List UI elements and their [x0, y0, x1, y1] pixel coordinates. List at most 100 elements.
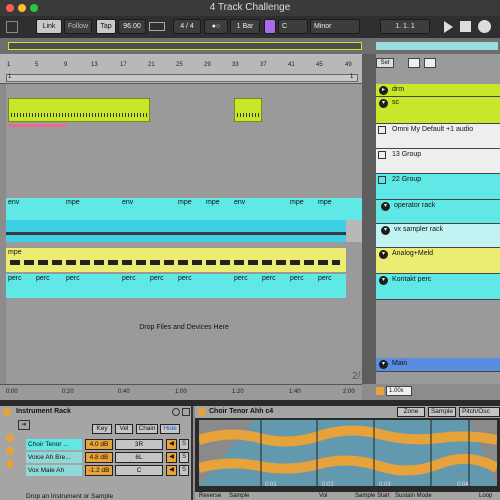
- zone-button[interactable]: Zone: [397, 407, 425, 417]
- time-label: 0:00: [6, 389, 18, 395]
- chain-button[interactable]: Chain: [136, 424, 158, 434]
- loop-start-marker[interactable]: 1: [8, 74, 11, 80]
- device-power-icon[interactable]: [198, 408, 206, 416]
- metronome-button[interactable]: ●○: [204, 19, 228, 34]
- quantize-select[interactable]: 1 Bar: [230, 19, 260, 34]
- main-track-header[interactable]: ▾ Main: [376, 358, 500, 372]
- chain-volume[interactable]: 4.0 dB: [85, 439, 113, 450]
- solo-button[interactable]: S: [179, 452, 189, 463]
- clip-label: env: [8, 199, 20, 206]
- beat-ruler[interactable]: 1 5 9 13 17 21 25 29 33 37 41 45 49 1 1: [0, 54, 362, 84]
- loop-end-marker[interactable]: 1: [350, 74, 353, 80]
- lock-icon[interactable]: [424, 58, 436, 68]
- play-icon[interactable]: [444, 21, 453, 33]
- track-name: Main: [392, 360, 408, 367]
- speaker-icon[interactable]: ◀: [166, 439, 177, 450]
- tempo-field[interactable]: 96.00: [118, 19, 146, 34]
- fold-icon[interactable]: ▾: [379, 276, 388, 285]
- fold-icon[interactable]: ▸: [379, 86, 388, 95]
- expand-icon[interactable]: [6, 21, 18, 33]
- save-icon[interactable]: [172, 408, 180, 416]
- chain-row[interactable]: Voice Ah Bre... 4.8 dB 6L ◀ S: [26, 452, 191, 463]
- midi-clip[interactable]: [234, 98, 262, 122]
- song-position[interactable]: 1. 1. 1: [380, 19, 430, 34]
- fold-icon[interactable]: ▾: [379, 360, 388, 369]
- chain-name[interactable]: Choir Tenor ...: [26, 439, 82, 450]
- track-header[interactable]: Omni My Default +1 audio: [376, 124, 500, 149]
- clip-label: perc: [36, 275, 50, 282]
- zoom-icon[interactable]: [376, 387, 384, 395]
- fold-icon[interactable]: ▾: [379, 250, 388, 259]
- zoom-field[interactable]: 1.00x: [386, 386, 412, 396]
- follow-button[interactable]: Follow: [64, 19, 92, 34]
- time-ruler[interactable]: 0:00 0:20 0:40 1:00 1:20 1:40 2:00: [0, 384, 362, 400]
- arrangement-view[interactable]: env mpe env mpe mpe env mpe mpe mpe perc…: [6, 84, 366, 384]
- vel-button[interactable]: Vel: [115, 424, 133, 434]
- audio-clip[interactable]: [8, 124, 66, 127]
- time-label: 0:40: [118, 389, 130, 395]
- fold-icon[interactable]: ▾: [381, 202, 390, 211]
- fold-icon[interactable]: ▾: [379, 99, 388, 108]
- chain-power-icon[interactable]: [6, 434, 14, 442]
- set-button[interactable]: Set: [376, 58, 394, 68]
- chain-volume[interactable]: 4.8 dB: [85, 452, 113, 463]
- track-header[interactable]: ▾ operator rack: [376, 200, 500, 224]
- pitch-osc-tab[interactable]: Pitch/Osc: [459, 407, 500, 417]
- scale-select[interactable]: Minor: [310, 19, 360, 34]
- loop-label: Loop: [479, 493, 493, 499]
- key-button[interactable]: Key: [92, 424, 112, 434]
- rack-expand-icon[interactable]: ➔: [18, 420, 30, 430]
- link-button[interactable]: Link: [36, 19, 62, 34]
- clip-lane[interactable]: [6, 220, 346, 242]
- track-header[interactable]: ▾ sc: [376, 97, 500, 124]
- clip-label: perc: [150, 275, 164, 282]
- bar-label: 17: [120, 62, 127, 68]
- solo-button[interactable]: S: [179, 465, 189, 476]
- fold-all-icon[interactable]: [408, 58, 420, 68]
- sustain-mode-label: Sustain Mode: [395, 493, 432, 499]
- waveform-display[interactable]: [199, 420, 497, 486]
- chain-row[interactable]: Vox Male Ah -1.2 dB C ◀ S: [26, 465, 191, 476]
- time-signature-field[interactable]: 4 / 4: [173, 19, 201, 34]
- chain-pan[interactable]: 3R: [115, 439, 163, 450]
- reverse-label[interactable]: Reverse: [199, 493, 221, 499]
- arrangement-overview[interactable]: [0, 38, 500, 54]
- speaker-icon[interactable]: ◀: [166, 452, 177, 463]
- rack-title: Instrument Rack: [16, 408, 71, 415]
- track-header[interactable]: ▸ drm: [376, 84, 500, 97]
- chain-name[interactable]: Voice Ah Bre...: [26, 452, 82, 463]
- chain-volume[interactable]: -1.2 dB: [85, 465, 113, 476]
- sample-editor: Choir Tenor Ahh c4 Zone Sample Pitch/Osc…: [195, 406, 500, 500]
- solo-button[interactable]: S: [179, 439, 189, 450]
- nudge-icon[interactable]: [149, 22, 165, 31]
- chain-row[interactable]: Choir Tenor ... 4.0 dB 3R ◀ S: [26, 439, 191, 450]
- key-scale-icon[interactable]: [264, 19, 276, 34]
- chain-pan[interactable]: C: [115, 465, 163, 476]
- midi-clip[interactable]: [8, 98, 150, 122]
- clip-label: perc: [290, 275, 304, 282]
- track-header[interactable]: ▾ vx sampler rack: [376, 224, 500, 248]
- track-header[interactable]: 22 Group: [376, 174, 500, 200]
- chain-name[interactable]: Vox Male Ah: [26, 465, 82, 476]
- clip-label: perc: [178, 275, 192, 282]
- hide-button[interactable]: Hide: [160, 424, 180, 434]
- track-name: 13 Group: [392, 151, 422, 158]
- track-header[interactable]: ▾ Kontakt perc: [376, 274, 500, 300]
- stop-icon[interactable]: [460, 21, 471, 32]
- tap-button[interactable]: Tap: [96, 19, 116, 34]
- record-icon[interactable]: [478, 20, 491, 33]
- key-select[interactable]: C: [278, 19, 308, 34]
- track-header[interactable]: 13 Group: [376, 149, 500, 174]
- device-menu-icon[interactable]: [182, 408, 190, 416]
- time-marker: 0:01: [265, 482, 277, 488]
- track-header[interactable]: ▾ Analog+Meld: [376, 248, 500, 274]
- sample-tab[interactable]: Sample: [428, 407, 456, 417]
- device-power-icon[interactable]: [3, 408, 11, 416]
- fold-icon[interactable]: ▾: [381, 226, 390, 235]
- chain-power-icon[interactable]: [6, 460, 14, 468]
- speaker-icon[interactable]: ◀: [166, 465, 177, 476]
- bar-label: 25: [176, 62, 183, 68]
- chain-pan[interactable]: 6L: [115, 452, 163, 463]
- chain-power-icon[interactable]: [6, 447, 14, 455]
- clip-lane[interactable]: [6, 248, 346, 272]
